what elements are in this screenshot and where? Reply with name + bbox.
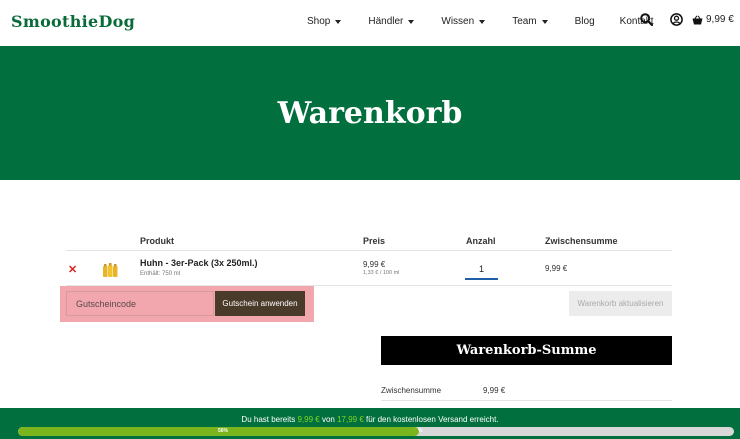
totals-divider bbox=[381, 400, 672, 401]
chevron-down-icon bbox=[541, 19, 548, 24]
nav-item-label: Team bbox=[512, 16, 537, 27]
nav-item-label: Shop bbox=[307, 16, 331, 27]
column-header-price: Preis bbox=[363, 236, 386, 246]
row-subtotal: 9,99 € bbox=[545, 264, 568, 273]
free-shipping-message: Du hast bereits 9,99 € von 17,99 € für d… bbox=[0, 415, 740, 424]
nav-item-wissen[interactable]: Wissen bbox=[441, 16, 486, 27]
column-header-subtotal: Zwischensumme bbox=[545, 236, 618, 246]
product-name[interactable]: Huhn - 3er-Pack (3x 250ml.) bbox=[140, 258, 258, 268]
product-meta: Enthält: 750 ml bbox=[140, 271, 181, 277]
shipping-text-suffix: für den kostenlosen Versand erreicht. bbox=[366, 415, 499, 424]
shipping-progress-track: 56% % bbox=[18, 427, 734, 436]
product-price: 9,99 € bbox=[363, 260, 386, 269]
remove-item-icon[interactable]: ✕ bbox=[68, 263, 77, 276]
main-nav: Shop Händler Wissen Team Blog Kontakt bbox=[307, 16, 681, 27]
cart-totals-heading: Warenkorb-Summe bbox=[381, 336, 672, 365]
page-title: Warenkorb bbox=[277, 96, 463, 131]
totals-subtotal-label: Zwischensumme bbox=[381, 386, 442, 395]
search-icon[interactable] bbox=[640, 13, 653, 26]
nav-item-shop[interactable]: Shop bbox=[307, 16, 342, 27]
page-hero: Warenkorb bbox=[0, 46, 740, 180]
column-header-quantity: Anzahl bbox=[466, 236, 496, 246]
nav-item-label: Blog bbox=[574, 16, 595, 27]
update-cart-button[interactable]: Warenkorb aktualisieren bbox=[569, 291, 672, 316]
nav-item-team[interactable]: Team bbox=[512, 16, 548, 27]
chevron-down-icon bbox=[335, 19, 342, 24]
account-icon[interactable] bbox=[670, 13, 683, 26]
logo[interactable]: SmoothieDog bbox=[11, 12, 135, 31]
column-header-product: Produkt bbox=[140, 236, 175, 246]
coupon-code-input[interactable] bbox=[66, 291, 214, 316]
shipping-progress-knob: % bbox=[418, 428, 423, 434]
shipping-text-prefix: Du hast bereits bbox=[241, 415, 296, 424]
product-thumbnail[interactable] bbox=[102, 262, 119, 278]
quantity-input[interactable] bbox=[465, 260, 498, 280]
nav-item-blog[interactable]: Blog bbox=[575, 16, 595, 27]
apply-coupon-button[interactable]: Gutschein anwenden bbox=[215, 291, 305, 316]
nav-item-haendler[interactable]: Händler bbox=[368, 16, 415, 27]
nav-item-label: Händler bbox=[368, 16, 404, 27]
shipping-progress-label: 56% bbox=[218, 428, 229, 434]
totals-subtotal-value: 9,99 € bbox=[483, 386, 506, 395]
free-shipping-bar: Du hast bereits 9,99 € von 17,99 € für d… bbox=[0, 408, 740, 439]
chevron-down-icon bbox=[479, 19, 486, 24]
shipping-threshold-amount: 17,99 € bbox=[337, 415, 364, 424]
chevron-down-icon bbox=[408, 19, 415, 24]
cart-icon[interactable] bbox=[692, 15, 703, 25]
cart-total[interactable]: 9,99 € bbox=[706, 14, 734, 25]
shipping-current-amount: 9,99 € bbox=[297, 415, 320, 424]
shipping-text-mid: von bbox=[321, 415, 335, 424]
product-unit-price: 1,33 € / 100 ml bbox=[363, 270, 400, 276]
nav-item-label: Wissen bbox=[441, 16, 475, 27]
site-header: SmoothieDog Shop Händler Wissen Team Blo… bbox=[0, 0, 740, 46]
table-divider bbox=[66, 250, 672, 251]
header-icons: 9,99 € bbox=[640, 13, 734, 26]
